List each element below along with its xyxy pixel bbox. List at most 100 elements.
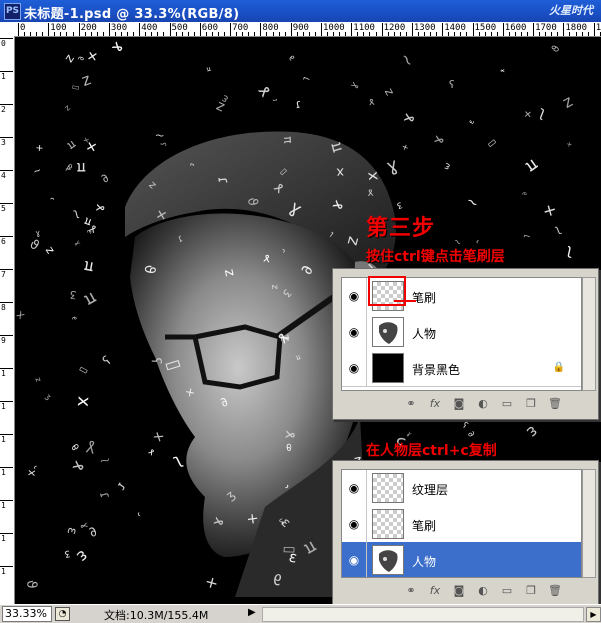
ruler-minor-tick xyxy=(224,32,226,36)
layer-thumbnail[interactable] xyxy=(372,353,404,383)
layers-list[interactable]: ◉纹理层◉笔刷◉人物◉背景黑色 xyxy=(341,469,582,578)
link-icon[interactable]: ⚭ xyxy=(403,584,419,597)
ruler-minor-tick xyxy=(133,32,135,36)
ruler-label: 1 xyxy=(1,72,6,81)
ruler-minor-tick xyxy=(436,32,438,36)
brush-glyph: x xyxy=(336,164,345,179)
brush-glyph: ʕ xyxy=(148,357,163,364)
ruler-minor-tick xyxy=(284,32,286,36)
ruler-label: 8 xyxy=(1,303,6,312)
status-info-icon[interactable]: ◔ xyxy=(55,607,70,621)
eye-icon[interactable]: ◉ xyxy=(342,350,367,386)
instruction-2: 在人物层ctrl+c复制 xyxy=(366,443,497,459)
ruler-minor-tick xyxy=(72,32,74,36)
ruler-minor-tick xyxy=(193,32,195,36)
instruction-1: 按住ctrl键点击笔刷层 xyxy=(366,249,505,265)
ruler-label: 4 xyxy=(1,171,6,180)
ruler-tick xyxy=(442,23,444,36)
photoshop-icon: PS xyxy=(4,3,21,20)
layer-name[interactable]: 背景黑色 xyxy=(412,361,460,378)
brush-glyph: π xyxy=(77,159,86,177)
new-layer-icon[interactable]: ❐ xyxy=(523,397,539,410)
ruler-label: 1100 xyxy=(353,23,375,33)
link-icon[interactable]: ⚭ xyxy=(403,397,419,410)
trash-icon[interactable]: 🗑 xyxy=(547,397,563,410)
eye-icon[interactable]: ◉ xyxy=(342,278,367,314)
ruler-tick xyxy=(169,23,171,36)
document-title-bar[interactable]: PS 未标题-1.psd @ 33.3%(RGB/8) 火星时代 xyxy=(0,0,601,22)
layer-row[interactable]: ◉ 纹理层 xyxy=(342,470,581,507)
ruler-minor-tick xyxy=(557,32,559,36)
eye-icon[interactable]: ◉ xyxy=(342,314,367,350)
ruler-minor-tick xyxy=(587,32,589,36)
layer-thumbnail[interactable] xyxy=(372,509,404,539)
ruler-label: 500 xyxy=(171,23,188,33)
ruler-label: 1 xyxy=(1,468,6,477)
layers-scrollbar[interactable] xyxy=(582,469,596,578)
fx-icon[interactable]: fx xyxy=(427,397,443,410)
horizontal-ruler[interactable]: 0 100 200 300 400 500 600 700 800 900 1000 1100 1200… xyxy=(0,22,601,37)
document-size-info: 文档:10.3M/155.4M xyxy=(104,609,209,622)
watermark-logo: 火星时代 xyxy=(549,4,593,17)
ruler-label: 1 xyxy=(1,534,6,543)
layer-name[interactable]: 人物 xyxy=(412,325,436,342)
vertical-ruler[interactable]: 0 1 2 3 4 5 6 7 8 9 1 1 1 1 1 1 1 xyxy=(0,36,15,604)
ruler-minor-tick xyxy=(405,32,407,36)
ruler-minor-tick xyxy=(157,32,159,36)
document-title: 未标题-1.psd @ 33.3%(RGB/8) xyxy=(24,7,240,22)
new-layer-icon[interactable]: ❐ xyxy=(523,584,539,597)
horizontal-scrollbar[interactable] xyxy=(262,607,584,622)
face-thumbnail-art xyxy=(373,546,403,574)
layer-row[interactable]: ◉ 笔刷 xyxy=(342,506,581,543)
ruler-label: 0 xyxy=(1,39,6,48)
ruler-minor-tick xyxy=(496,32,498,36)
trash-icon[interactable]: 🗑 xyxy=(547,584,563,597)
layer-row[interactable]: ◉ 人物 xyxy=(342,542,581,577)
ruler-tick xyxy=(321,23,322,36)
ruler-minor-tick xyxy=(36,32,38,36)
ruler-label: 200 xyxy=(80,23,97,33)
layer-row[interactable]: ◉ 背景黑色 🔒 xyxy=(342,350,581,387)
zoom-field[interactable]: 33.33% xyxy=(2,606,52,622)
layers-scrollbar[interactable] xyxy=(582,277,596,391)
mask-icon[interactable]: ◙ xyxy=(451,584,467,597)
status-menu-arrow-icon[interactable]: ▶ xyxy=(248,607,256,618)
layer-thumbnail[interactable] xyxy=(372,545,404,575)
ruler-tick xyxy=(199,23,201,36)
ruler-tick xyxy=(472,23,474,36)
folder-icon[interactable]: ▭ xyxy=(499,584,515,597)
brush-glyph: ʕ xyxy=(449,78,455,91)
folder-icon[interactable]: ▭ xyxy=(499,397,515,410)
eye-icon[interactable]: ◉ xyxy=(342,542,367,577)
eye-icon[interactable]: ◉ xyxy=(342,506,367,542)
layer-row[interactable]: ◉ 人物 xyxy=(342,314,581,351)
layer-name[interactable]: 笔刷 xyxy=(412,517,436,534)
adjustment-icon[interactable]: ◐ xyxy=(475,397,491,410)
ruler-tick xyxy=(18,23,19,36)
scroll-right-icon[interactable]: ▶ xyxy=(586,607,601,622)
brush-glyph: ɤ xyxy=(499,69,507,73)
ruler-tick xyxy=(563,23,565,36)
layer-thumbnail[interactable] xyxy=(372,473,404,503)
ruler-tick xyxy=(108,23,110,36)
ruler-label: 7 xyxy=(1,270,6,279)
brush-glyph: ϑ xyxy=(23,580,39,589)
ruler-label: 1 xyxy=(1,567,6,576)
layer-thumbnail[interactable] xyxy=(372,317,404,347)
layer-name[interactable]: 笔刷 xyxy=(412,289,436,306)
fx-icon[interactable]: fx xyxy=(427,584,443,597)
ruler-minor-tick xyxy=(248,32,250,36)
ruler-tick xyxy=(230,23,232,36)
ruler-tick xyxy=(381,23,383,36)
layers-panel-bottom[interactable]: ◉纹理层◉笔刷◉人物◉背景黑色 ⚭ fx ◙ ◐ ▭ ❐ 🗑 xyxy=(332,460,599,607)
ruler-tick xyxy=(48,23,50,36)
eye-icon[interactable]: ◉ xyxy=(342,470,367,506)
ruler-label: 2 xyxy=(1,105,6,114)
ruler-tick xyxy=(290,23,292,36)
brush-glyph: ∂ xyxy=(76,56,86,61)
mask-icon[interactable]: ◙ xyxy=(451,397,467,410)
adjustment-icon[interactable]: ◐ xyxy=(475,584,491,597)
layer-name[interactable]: 纹理层 xyxy=(412,481,448,498)
brush-glyph: ʅ xyxy=(100,458,111,464)
layer-name[interactable]: 人物 xyxy=(412,553,436,570)
